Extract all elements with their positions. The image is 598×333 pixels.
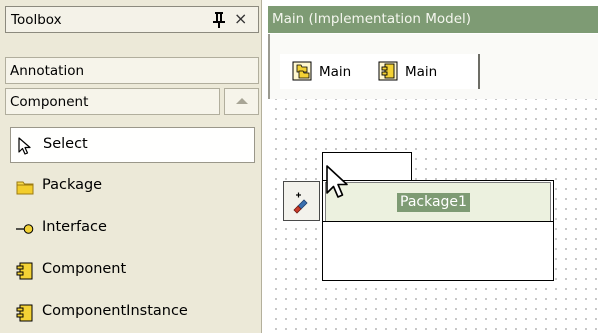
package-name-editor[interactable]: Package1: [323, 182, 553, 222]
arrow-pointer-icon: [18, 137, 31, 155]
add-element-icon: [293, 192, 308, 214]
tab-label: Main: [405, 64, 438, 80]
pin-icon[interactable]: [212, 11, 226, 28]
tool-componentinstance[interactable]: ComponentInstance: [10, 295, 255, 329]
tool-label: Component: [42, 261, 127, 277]
folder-icon: [16, 181, 34, 195]
tool-interface[interactable]: Interface: [10, 211, 255, 245]
tool-label: Package: [42, 177, 103, 193]
tool-label: Select: [43, 136, 88, 152]
tab-main-package-diagram[interactable]: Main: [280, 54, 366, 89]
tool-label: Interface: [42, 219, 107, 235]
category-component[interactable]: Component: [5, 88, 220, 115]
mouse-cursor-icon: [326, 165, 348, 198]
package-name-text[interactable]: Package1: [397, 193, 470, 212]
add-element-button[interactable]: [283, 181, 320, 221]
package-diagram-icon: [292, 61, 312, 81]
tab-main-component-diagram[interactable]: Main: [366, 54, 480, 89]
tab-label: Main: [319, 64, 352, 80]
category-annotation[interactable]: Annotation: [5, 57, 259, 84]
diagram-canvas[interactable]: Package1: [268, 99, 598, 333]
component-instance-icon: [16, 304, 33, 322]
category-label: Annotation: [10, 63, 85, 79]
scroll-up-button[interactable]: [224, 88, 259, 115]
diagram-header: Main (Implementation Model): [268, 6, 598, 33]
tool-select[interactable]: Select: [10, 127, 255, 163]
component-diagram-icon: [378, 61, 398, 81]
diagram-title: Main (Implementation Model): [272, 11, 472, 27]
toolbox-panel: Toolbox × Annotation Component Select Pa…: [0, 0, 262, 333]
toolbox-title: Toolbox: [11, 12, 62, 28]
diagram-tabstrip: Main Main: [268, 34, 598, 99]
component-icon: [16, 262, 33, 280]
category-label: Component: [10, 94, 89, 110]
tool-package[interactable]: Package: [10, 169, 255, 203]
close-icon[interactable]: ×: [234, 9, 247, 28]
tool-component[interactable]: Component: [10, 253, 255, 287]
tool-label: ComponentInstance: [42, 303, 188, 319]
toolbox-header: Toolbox ×: [5, 6, 259, 33]
diagram-panel: Main (Implementation Model) Main Main Pa…: [263, 0, 598, 333]
lollipop-interface-icon: [16, 224, 34, 234]
